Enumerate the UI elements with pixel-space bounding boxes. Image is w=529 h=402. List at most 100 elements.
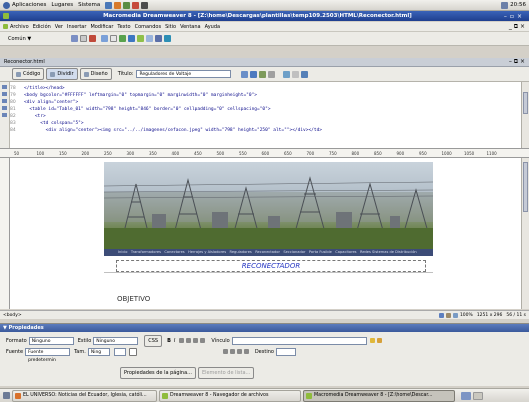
taskbar-item-file-browser[interactable]: Dreamweaver 8 - Navegador de archivos bbox=[159, 389, 301, 402]
taskbar-item-dreamweaver[interactable]: Macromedia Dreamweaver 8 - [Z:\home\Desc… bbox=[303, 389, 455, 402]
menubar-restore-icon[interactable]: _ ⧉ × bbox=[509, 23, 525, 31]
format-select[interactable]: Ninguno bbox=[28, 336, 74, 345]
anchor-icon[interactable] bbox=[89, 35, 97, 42]
media-icon[interactable] bbox=[128, 35, 136, 42]
menu-ayuda[interactable]: Ayuda bbox=[205, 24, 220, 30]
target-select[interactable] bbox=[275, 347, 296, 356]
menu-ventana[interactable]: Ventana bbox=[180, 24, 201, 30]
date-icon[interactable] bbox=[137, 35, 145, 42]
tag-chooser-icon[interactable] bbox=[164, 35, 172, 42]
window-title-bar[interactable]: Macromedia Dreamweaver 8 - [Z:\home\Desc… bbox=[0, 11, 529, 21]
menu-lugares[interactable]: Lugares bbox=[51, 2, 73, 8]
design-view[interactable]: Inicio Transformadores Conectores Herraj… bbox=[0, 158, 529, 309]
menu-ver[interactable]: Ver bbox=[55, 24, 63, 30]
italic-button[interactable]: I bbox=[174, 338, 175, 344]
refresh-icon[interactable] bbox=[259, 70, 267, 78]
menu-edicion[interactable]: Edición bbox=[33, 24, 51, 30]
align-left-icon[interactable] bbox=[179, 338, 185, 343]
menu-modificar[interactable]: Modificar bbox=[90, 24, 113, 30]
view-options-icon[interactable] bbox=[268, 70, 276, 78]
font-select[interactable]: Fuente predetermin bbox=[25, 347, 71, 363]
list-item-button[interactable]: Elemento de lista... bbox=[197, 367, 255, 379]
tag-selector[interactable]: <body> bbox=[3, 313, 22, 318]
select-tool-icon[interactable] bbox=[438, 312, 444, 318]
maximize-icon[interactable]: ▫ bbox=[510, 13, 517, 20]
document-menu-icon[interactable] bbox=[3, 24, 8, 29]
gnome-foot-icon[interactable] bbox=[3, 1, 10, 9]
menu-aplicaciones[interactable]: Aplicaciones bbox=[12, 2, 46, 8]
hand-tool-icon[interactable] bbox=[445, 312, 451, 318]
network-icon[interactable] bbox=[501, 1, 509, 9]
validate-icon[interactable] bbox=[292, 70, 300, 78]
workspace-switcher-icon[interactable] bbox=[461, 391, 471, 400]
preview-browser-icon[interactable] bbox=[250, 70, 258, 78]
browse-folder-icon[interactable] bbox=[376, 338, 382, 343]
indent-icon[interactable] bbox=[243, 349, 249, 354]
code-lines: 78 </title></head> 79 <body bgcolor="#FF… bbox=[10, 85, 515, 134]
help-launcher-icon[interactable] bbox=[132, 1, 140, 9]
show-desktop-icon[interactable] bbox=[3, 392, 10, 399]
document-tab[interactable]: Reconector.html bbox=[4, 59, 45, 65]
launcher-icon[interactable] bbox=[105, 1, 113, 9]
bold-button[interactable]: B bbox=[167, 338, 171, 344]
align-right-icon[interactable] bbox=[193, 338, 199, 343]
file-management-icon[interactable] bbox=[241, 70, 249, 78]
size-unit-select[interactable] bbox=[113, 347, 126, 356]
menu-sistema[interactable]: Sistema bbox=[78, 2, 100, 8]
css-button[interactable]: CSS bbox=[144, 334, 163, 347]
align-center-icon[interactable] bbox=[186, 338, 192, 343]
point-to-file-icon[interactable] bbox=[369, 338, 375, 343]
menu-texto[interactable]: Texto bbox=[117, 24, 130, 30]
size-select[interactable]: Ning bbox=[87, 347, 110, 356]
browser-check-icon[interactable] bbox=[301, 70, 309, 78]
horizontal-ruler: 50 100 150 200 250 300 350 400 450 500 5… bbox=[0, 149, 529, 158]
nav-links[interactable]: Inicio Transformadores Conectores Herraj… bbox=[118, 249, 417, 256]
style-select[interactable]: Ninguno bbox=[93, 336, 139, 345]
visual-aids-icon[interactable] bbox=[283, 70, 291, 78]
page-properties-button[interactable]: Propiedades de la página... bbox=[120, 367, 196, 379]
window-title: Macromedia Dreamweaver 8 - [Z:\home\Desc… bbox=[103, 13, 412, 19]
window-size[interactable]: 1251 x 296 bbox=[477, 313, 503, 318]
dreamweaver-icon bbox=[162, 392, 168, 399]
ordered-list-icon[interactable] bbox=[229, 349, 235, 354]
close-icon[interactable]: × bbox=[517, 13, 525, 20]
comment-icon[interactable] bbox=[146, 35, 154, 42]
justify-icon[interactable] bbox=[200, 338, 206, 343]
insert-category-dropdown[interactable]: Común ▼ bbox=[8, 36, 31, 42]
title-input[interactable]: Reguladores de Voltaje bbox=[136, 70, 232, 78]
menu-comandos[interactable]: Comandos bbox=[135, 24, 162, 30]
header-image bbox=[104, 162, 433, 249]
menu-insertar[interactable]: Insertar bbox=[67, 24, 86, 30]
unordered-list-icon[interactable] bbox=[222, 349, 228, 354]
design-view-button[interactable]: Diseño bbox=[79, 68, 112, 80]
split-view-button[interactable]: Dividir bbox=[46, 68, 78, 80]
code-view-button[interactable]: Código bbox=[12, 68, 45, 80]
layer-icon[interactable] bbox=[110, 35, 118, 42]
zoom-tool-icon[interactable] bbox=[452, 312, 458, 318]
code-view[interactable]: 78 </title></head> 79 <body bgcolor="#FF… bbox=[0, 82, 529, 149]
text-color-swatch[interactable] bbox=[128, 347, 137, 356]
document-close-icon[interactable]: – ⧉ × bbox=[509, 58, 525, 66]
link-input[interactable] bbox=[231, 336, 367, 345]
window-controls: –▫× bbox=[504, 13, 525, 20]
design-scrollbar[interactable] bbox=[521, 158, 529, 309]
outdent-icon[interactable] bbox=[236, 349, 242, 354]
zoom-level[interactable]: 100% bbox=[460, 313, 473, 318]
taskbar-item-browser[interactable]: EL UNIVERSO: Noticias del Ecuador, Igles… bbox=[12, 389, 157, 402]
terminal-launcher-icon[interactable] bbox=[141, 1, 149, 9]
clock[interactable]: 20:56 bbox=[510, 2, 526, 8]
menu-archivo[interactable]: Archivo bbox=[10, 24, 29, 30]
image-icon[interactable] bbox=[119, 35, 127, 42]
table-icon[interactable] bbox=[101, 35, 109, 42]
properties-header[interactable]: ▼ Propiedades bbox=[0, 324, 529, 332]
template-icon[interactable] bbox=[155, 35, 163, 42]
menu-sitio[interactable]: Sitio bbox=[165, 24, 176, 30]
workspace-switcher-icon-2[interactable] bbox=[473, 391, 483, 400]
browser-launcher-icon[interactable] bbox=[114, 1, 122, 9]
properties-row-1: Formato Ninguno Estilo Ninguno CSS B I V… bbox=[0, 334, 529, 347]
hyperlink-icon[interactable] bbox=[71, 35, 79, 42]
code-scrollbar[interactable] bbox=[521, 82, 529, 148]
code-view-icon bbox=[16, 71, 21, 77]
mail-launcher-icon[interactable] bbox=[123, 1, 131, 9]
email-link-icon[interactable] bbox=[80, 35, 88, 42]
